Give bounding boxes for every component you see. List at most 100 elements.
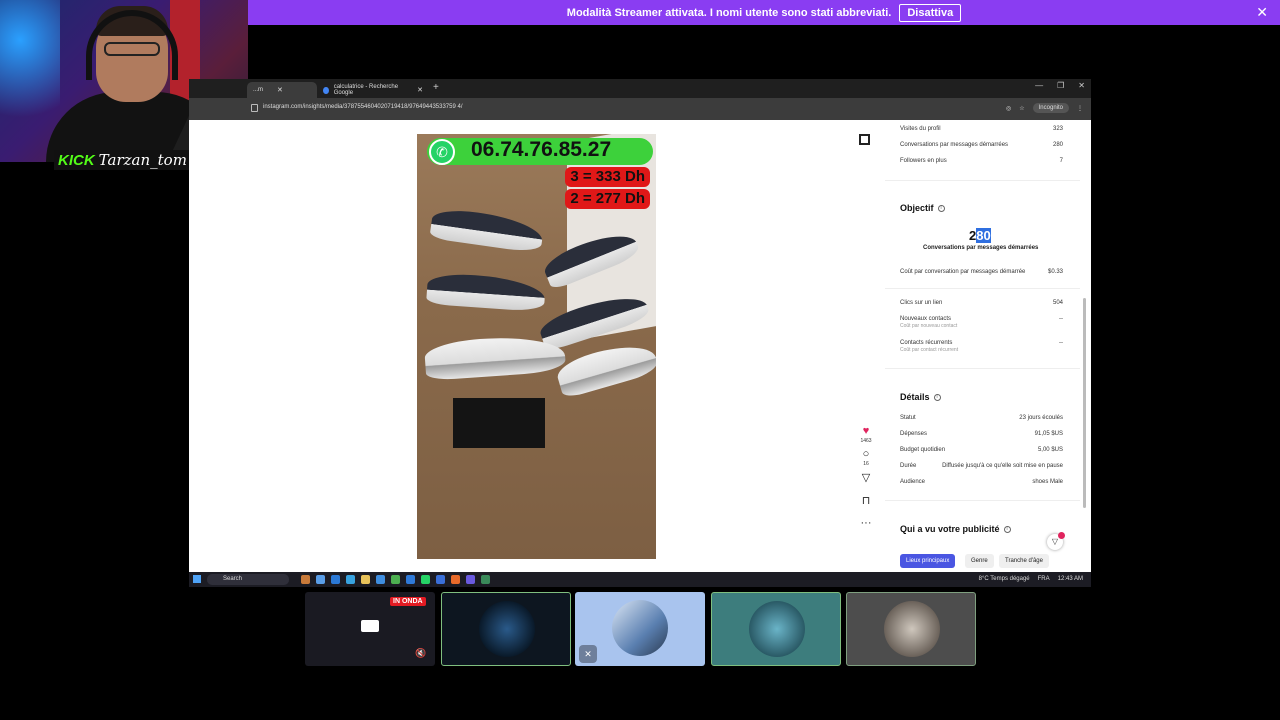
streamer-mode-banner: Modalità Streamer attivata. I nomi utent… <box>248 0 1280 25</box>
metric-row: Contacts récurrents Coût par contact récu… <box>900 340 1063 353</box>
folder-icon[interactable] <box>361 575 370 584</box>
divider <box>885 500 1080 501</box>
whatsapp-icon: ✆ <box>429 139 455 165</box>
detail-label: Durée <box>900 463 917 469</box>
monitor-icon <box>361 620 379 632</box>
metric-value: -- <box>1059 316 1063 322</box>
app-icon[interactable] <box>436 575 445 584</box>
metric-label: Coût par conversation par messages démar… <box>900 269 1026 275</box>
metric-row: Conversations par messages démarrées 280 <box>900 142 1063 148</box>
whatsapp-icon[interactable] <box>421 575 430 584</box>
details-heading: Détails i <box>900 392 941 402</box>
detail-label: Statut <box>900 415 916 421</box>
star-icon[interactable]: ☆ <box>1019 105 1024 112</box>
comment-icon[interactable]: ○ <box>863 448 870 461</box>
participant-tile[interactable] <box>846 592 976 666</box>
info-icon[interactable]: i <box>937 204 945 212</box>
scrollbar[interactable] <box>1083 298 1086 508</box>
metric-sublabel: Coût par contact récurrent <box>900 347 959 353</box>
participant-tile[interactable] <box>441 592 571 666</box>
detail-value: 91,05 $US <box>1034 431 1063 437</box>
more-icon[interactable]: ··· <box>861 517 872 530</box>
window-controls: — ❐ ✕ <box>1035 81 1085 90</box>
app-icon[interactable] <box>346 575 355 584</box>
minimize-icon[interactable]: — <box>1035 81 1043 90</box>
shoe-box <box>453 398 545 448</box>
stream-canvas: KICK Tarzan_tom Modalità Streamer attiva… <box>0 0 1280 720</box>
app-icon[interactable] <box>451 575 460 584</box>
objective-label: Conversations par messages démarrées <box>923 245 1039 251</box>
disable-streamer-mode-button[interactable]: Disattiva <box>899 3 962 22</box>
weather-status[interactable]: 8°C Temps dégagé <box>979 576 1030 582</box>
menu-dots-icon[interactable]: ⋮ <box>1077 105 1083 112</box>
cost-row: Coût par conversation par messages démar… <box>900 269 1063 275</box>
info-icon[interactable]: i <box>1003 525 1011 533</box>
detail-row: Dépenses 91,05 $US <box>900 431 1063 437</box>
metric-row: Nouveaux contacts Coût par nouveau contac… <box>900 316 1063 329</box>
app-icon[interactable] <box>466 575 475 584</box>
screen-share-tile[interactable]: IN ONDA 🔇 <box>305 592 435 666</box>
shoe <box>553 336 656 400</box>
likes-count: 1463 <box>860 438 872 444</box>
app-icon[interactable] <box>331 575 340 584</box>
detail-row: Budget quotidien 5,00 $US <box>900 447 1063 453</box>
live-badge: IN ONDA <box>390 597 426 606</box>
app-icon[interactable] <box>316 575 325 584</box>
info-icon[interactable]: i <box>933 393 941 401</box>
app-icon[interactable] <box>301 575 310 584</box>
close-window-icon[interactable]: ✕ <box>1078 81 1085 90</box>
metric-value: 280 <box>1052 142 1063 148</box>
incognito-badge[interactable]: Incognito <box>1032 103 1069 113</box>
phone-number: 06.74.76.85.27 <box>471 138 612 161</box>
metric-value: $0.33 <box>1047 269 1063 275</box>
tab-calculatrice[interactable]: calculatrice - Recherche Google ✕ <box>317 82 429 98</box>
restore-icon[interactable]: ❐ <box>1057 81 1064 90</box>
avatar <box>479 601 535 657</box>
metric-label: Visites du profil <box>900 126 941 132</box>
filter-pill-age[interactable]: Tranche d'âge <box>999 554 1049 568</box>
filter-pill-gender[interactable]: Genre <box>965 554 994 568</box>
close-tab-icon[interactable]: ✕ <box>417 86 423 94</box>
app-icon[interactable] <box>376 575 385 584</box>
heart-icon[interactable]: ♥ <box>863 425 870 438</box>
close-banner-icon[interactable]: ✕ <box>1256 4 1268 21</box>
chrome-icon[interactable] <box>391 575 400 584</box>
mute-icon[interactable]: 🔇 <box>415 648 426 659</box>
browser-window: ...m ✕ calculatrice - Recherche Google ✕… <box>189 79 1091 587</box>
post-media[interactable]: ✆ 06.74.76.85.27 3 = 333 Dh 2 = 277 Dh <box>417 134 656 559</box>
metric-sublabel: Coût par nouveau contact <box>900 323 958 329</box>
app-icon[interactable] <box>406 575 415 584</box>
new-tab-button[interactable]: + <box>433 82 439 93</box>
eye-off-icon[interactable]: ◎ <box>1006 105 1011 112</box>
app-icon[interactable] <box>481 575 490 584</box>
language-indicator[interactable]: FRA <box>1038 576 1050 582</box>
filter-pill-locations[interactable]: Lieux principaux <box>900 554 956 568</box>
clock[interactable]: 12:43 AM <box>1058 576 1083 582</box>
detail-row: Durée Diffusée jusqu'à ce qu'elle soit m… <box>900 463 1063 469</box>
page-content: ✆ 06.74.76.85.27 3 = 333 Dh 2 = 277 Dh ♥… <box>189 120 1091 587</box>
shoe <box>426 271 546 313</box>
bookmark-icon[interactable]: ⊓ <box>862 494 871 507</box>
objective-value: 280 <box>969 228 991 243</box>
post-actions: ♥ 1463 ○ 16 ▽ ⊓ ··· <box>857 425 875 530</box>
detail-value: shoes Male <box>1032 479 1063 485</box>
expand-icon[interactable] <box>859 134 870 145</box>
metric-value: 7 <box>1059 158 1063 164</box>
close-tab-icon[interactable]: ✕ <box>277 86 283 94</box>
windows-start-icon[interactable] <box>193 575 201 583</box>
avatar <box>612 600 668 656</box>
address-bar: instagram.com/insights/media/37875546040… <box>189 98 1091 120</box>
lock-icon[interactable] <box>251 104 258 112</box>
detail-row: Statut 23 jours écoulés <box>900 415 1063 421</box>
mic-off-icon[interactable]: ✕ <box>579 645 597 663</box>
notification-dot <box>1058 532 1065 539</box>
url-field[interactable]: instagram.com/insights/media/37875546040… <box>263 104 463 110</box>
participant-tile[interactable]: ✕ <box>575 592 705 666</box>
share-icon[interactable]: ▽ <box>862 471 870 484</box>
filter-button[interactable]: ▽ <box>1047 532 1065 550</box>
taskbar-search[interactable]: Search <box>207 574 289 585</box>
tab-insights[interactable]: ...m ✕ <box>247 82 317 98</box>
metric-label: Contacts récurrents <box>900 340 953 346</box>
participant-tile[interactable] <box>711 592 841 666</box>
metric-row: Clics sur un lien 504 <box>900 300 1063 306</box>
